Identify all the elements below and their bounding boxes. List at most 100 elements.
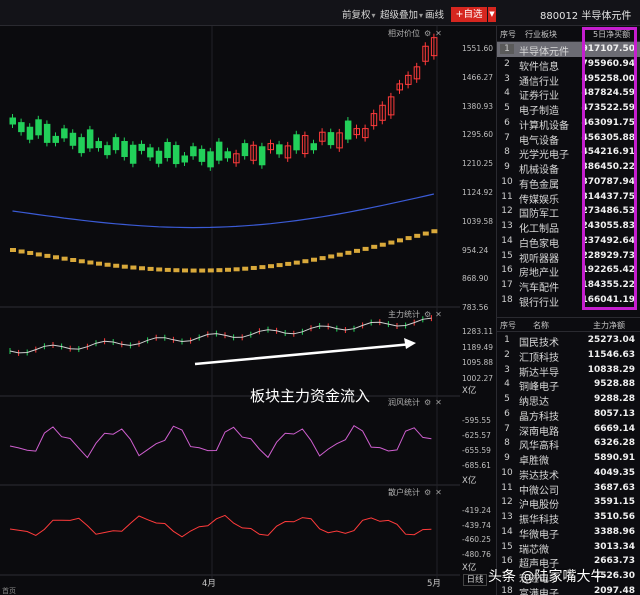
gold-marker bbox=[319, 256, 326, 261]
gold-marker bbox=[414, 233, 421, 238]
gold-marker bbox=[354, 248, 360, 253]
gold-marker bbox=[345, 250, 352, 255]
stock-idx: 18 bbox=[501, 585, 513, 595]
candle-body bbox=[207, 151, 214, 168]
close-icon[interactable]: ✕ bbox=[435, 29, 442, 38]
stock-row[interactable]: 11 中微公司 3687.63 bbox=[497, 481, 640, 497]
gold-marker bbox=[10, 248, 16, 252]
stock-idx: 10 bbox=[501, 467, 513, 478]
stock-idx: 4 bbox=[504, 379, 510, 390]
candle-body bbox=[86, 129, 94, 149]
sector-name: 机械设备 bbox=[519, 165, 559, 176]
stock-name: 纳思达 bbox=[519, 397, 549, 408]
stock-row[interactable]: 14 华微电子 3388.96 bbox=[497, 525, 640, 541]
close-icon[interactable]: ✕ bbox=[435, 310, 442, 319]
daily-period-button[interactable]: 日线 bbox=[463, 574, 487, 586]
stock-idx: 13 bbox=[501, 512, 513, 522]
sector-idx: 7 bbox=[504, 132, 510, 143]
ret-panel-header: 散户统计 ⚙ ✕ bbox=[388, 487, 442, 498]
sector-idx: 10 bbox=[501, 176, 513, 187]
gold-marker bbox=[199, 268, 206, 273]
stock-name: 风华高科 bbox=[519, 441, 559, 453]
gold-marker bbox=[182, 268, 188, 273]
stock-row[interactable]: 10 崇达技术 4049.35 bbox=[497, 466, 640, 482]
sector-name: 传媒娱乐 bbox=[519, 194, 559, 206]
gold-marker bbox=[242, 266, 249, 271]
stock-row[interactable]: 13 振华科技 3510.56 bbox=[497, 510, 640, 526]
sector-name: 半导体元件 bbox=[519, 47, 569, 58]
stock-row[interactable]: 4 铜峰电子 9528.88 bbox=[497, 377, 640, 393]
stock-idx: 16 bbox=[501, 556, 513, 567]
drawline-button[interactable]: 画线 bbox=[425, 7, 444, 21]
close-icon[interactable]: ✕ bbox=[435, 398, 442, 407]
stock-name: 国民技术 bbox=[519, 338, 559, 349]
stock-idx: 1 bbox=[504, 335, 510, 345]
gold-marker bbox=[311, 257, 317, 262]
gold-marker bbox=[362, 246, 369, 251]
price-tick-label: 1295.60 bbox=[462, 130, 494, 140]
gear-icon[interactable]: ⚙ bbox=[424, 398, 431, 407]
gold-marker bbox=[422, 231, 429, 236]
stock-row[interactable]: 9 卓胜微 5890.91 bbox=[497, 451, 640, 467]
candle-body bbox=[241, 143, 249, 157]
gear-icon[interactable]: ⚙ bbox=[424, 29, 431, 38]
adjust-price-dropdown[interactable]: 前复权 bbox=[342, 7, 376, 21]
col-idx-header[interactable]: 序号 bbox=[500, 29, 516, 40]
candle-body bbox=[112, 137, 120, 151]
col-name-header[interactable]: 行业板块 bbox=[525, 29, 557, 40]
col-name-header[interactable]: 名称 bbox=[533, 320, 549, 331]
month-label-apr: 4月 bbox=[202, 579, 216, 589]
gold-marker bbox=[53, 255, 59, 260]
stock-row[interactable]: 12 沪电股份 3591.15 bbox=[497, 495, 640, 511]
stock-row[interactable]: 15 瑞芯微 3013.34 bbox=[497, 540, 640, 556]
stock-row[interactable]: 8 风华高科 6326.28 bbox=[497, 436, 640, 453]
sector-idx: 14 bbox=[501, 235, 513, 246]
main-tick-label: 1095.88 bbox=[462, 358, 494, 367]
watermark-text: 头条 @陆家嘴大牛 bbox=[488, 569, 605, 585]
stock-row[interactable]: 5 纳思达 9288.28 bbox=[497, 392, 640, 408]
gold-marker bbox=[285, 261, 292, 266]
candle-body bbox=[129, 144, 137, 164]
highlight-annotation-box bbox=[582, 27, 637, 310]
stock-row[interactable]: 2 汇顶科技 11546.63 bbox=[497, 348, 640, 364]
col-value-header[interactable]: 主力净额 bbox=[593, 320, 625, 331]
gold-marker bbox=[233, 267, 240, 272]
price-panel-header: 相对价位 ⚙ ✕ bbox=[388, 28, 442, 39]
candle-body bbox=[190, 146, 197, 157]
rb-line bbox=[9, 425, 432, 459]
ma-line bbox=[12, 193, 435, 229]
superposition-dropdown[interactable]: 超级叠加 bbox=[380, 7, 423, 21]
candle-body bbox=[69, 132, 77, 146]
ret-tick-label: -419.24 bbox=[462, 506, 491, 515]
add-watchlist-button[interactable]: +自选 bbox=[451, 7, 487, 22]
sector-name: 房地产业 bbox=[519, 268, 559, 280]
candle-body bbox=[9, 117, 16, 125]
ret-tick-label: -480.76 bbox=[462, 549, 491, 559]
stock-row[interactable]: 1 国民技术 25273.04 bbox=[497, 333, 640, 349]
candle-body bbox=[276, 144, 283, 155]
close-icon[interactable]: ✕ bbox=[435, 488, 442, 497]
stock-idx: 7 bbox=[504, 423, 510, 434]
gold-marker bbox=[190, 268, 197, 273]
add-watchlist-caret-icon[interactable]: ▼ bbox=[488, 7, 496, 22]
gold-marker bbox=[164, 267, 171, 272]
gold-marker bbox=[35, 252, 42, 257]
sector-idx: 9 bbox=[504, 162, 510, 172]
sector-name: 软件信息 bbox=[519, 61, 559, 73]
candle-body bbox=[224, 151, 231, 159]
bottom-tab-label[interactable]: 首页 bbox=[2, 586, 16, 595]
sector-idx: 4 bbox=[504, 88, 510, 99]
candle-body bbox=[61, 128, 68, 139]
stock-row[interactable]: 3 斯达半导 10838.29 bbox=[497, 363, 640, 379]
stock-val: 3591.15 bbox=[594, 497, 635, 508]
stock-row[interactable]: 7 深南电路 6669.14 bbox=[497, 422, 640, 438]
stock-row[interactable]: 6 晶方科技 8057.13 bbox=[497, 407, 640, 423]
gear-icon[interactable]: ⚙ bbox=[424, 488, 431, 497]
stock-idx: 12 bbox=[501, 497, 513, 508]
sector-name: 电子制造 bbox=[519, 106, 559, 117]
stock-idx: 5 bbox=[504, 394, 510, 404]
gold-marker bbox=[70, 257, 77, 262]
col-idx-header[interactable]: 序号 bbox=[500, 320, 516, 331]
sector-name: 通信行业 bbox=[519, 76, 559, 88]
gear-icon[interactable]: ⚙ bbox=[424, 310, 431, 319]
